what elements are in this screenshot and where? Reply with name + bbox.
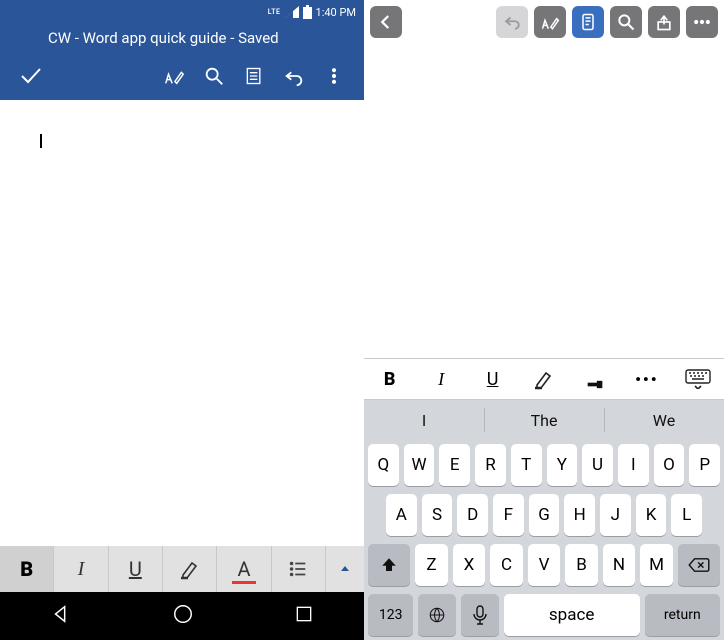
battery-icon xyxy=(303,5,312,19)
key-x[interactable]: X xyxy=(453,544,486,586)
ios-screen: B I U ••• I The We Q W E R T Y U I O P xyxy=(364,0,724,640)
key-h[interactable]: H xyxy=(564,494,595,536)
key-space[interactable]: space xyxy=(504,594,640,636)
android-screen: LTE 1:40 PM CW - Word app quick guide - … xyxy=(0,0,364,640)
prediction-3[interactable]: We xyxy=(604,400,724,440)
key-v[interactable]: V xyxy=(528,544,561,586)
android-status-bar: LTE 1:40 PM xyxy=(0,0,364,24)
share-button[interactable] xyxy=(648,6,680,38)
key-numbers[interactable]: 123 xyxy=(368,594,413,636)
key-r[interactable]: R xyxy=(475,444,506,486)
android-toolbar xyxy=(0,52,364,100)
pen-format-button[interactable] xyxy=(154,56,194,96)
undo-button[interactable] xyxy=(496,6,528,38)
key-globe[interactable] xyxy=(418,594,456,636)
key-d[interactable]: D xyxy=(457,494,488,536)
nav-recent-button[interactable] xyxy=(294,604,314,628)
done-button[interactable] xyxy=(10,56,50,96)
key-backspace[interactable] xyxy=(678,544,720,586)
nav-back-button[interactable] xyxy=(50,603,72,629)
keyboard-predictions: I The We xyxy=(364,400,724,440)
highlight-button[interactable] xyxy=(518,359,569,399)
android-title-bar: CW - Word app quick guide - Saved xyxy=(0,24,364,52)
nav-home-button[interactable] xyxy=(172,603,194,629)
keyboard-row-4: 123 space return xyxy=(368,594,720,636)
pen-format-button[interactable] xyxy=(534,6,566,38)
key-g[interactable]: G xyxy=(529,494,560,536)
key-p[interactable]: P xyxy=(689,444,720,486)
key-q[interactable]: Q xyxy=(368,444,399,486)
document-title: CW - Word app quick guide - Saved xyxy=(48,29,279,47)
key-l[interactable]: L xyxy=(671,494,702,536)
ios-keyboard: Q W E R T Y U I O P A S D F G H J K L Z xyxy=(364,440,724,640)
search-button[interactable] xyxy=(194,56,234,96)
ios-format-bar: B I U ••• xyxy=(364,358,724,400)
key-e[interactable]: E xyxy=(439,444,470,486)
text-cursor xyxy=(40,134,42,148)
keyboard-row-3: Z X C V B N M xyxy=(368,544,720,586)
key-return[interactable]: return xyxy=(645,594,720,636)
key-b[interactable]: B xyxy=(565,544,598,586)
underline-button[interactable]: U xyxy=(109,546,163,592)
hide-keyboard-button[interactable] xyxy=(673,359,724,399)
underline-button[interactable]: U xyxy=(467,359,518,399)
overflow-menu-button[interactable] xyxy=(314,56,354,96)
font-color-button[interactable]: A xyxy=(217,546,271,592)
bulleted-list-button[interactable] xyxy=(272,546,326,592)
read-mode-button[interactable] xyxy=(234,56,274,96)
key-c[interactable]: C xyxy=(490,544,523,586)
mobile-view-button[interactable] xyxy=(572,6,604,38)
key-a[interactable]: A xyxy=(386,494,417,536)
ios-document-canvas[interactable] xyxy=(364,44,724,358)
key-y[interactable]: Y xyxy=(547,444,578,486)
key-dictation[interactable] xyxy=(461,594,499,636)
search-button[interactable] xyxy=(610,6,642,38)
prediction-1[interactable]: I xyxy=(364,400,484,440)
italic-button[interactable]: I xyxy=(415,359,466,399)
key-k[interactable]: K xyxy=(636,494,667,536)
overflow-menu-button[interactable] xyxy=(686,6,718,38)
font-color-swatch xyxy=(232,581,256,584)
bold-button[interactable]: B xyxy=(364,359,415,399)
prediction-2[interactable]: The xyxy=(484,400,604,440)
more-format-button[interactable]: ••• xyxy=(621,359,672,399)
key-z[interactable]: Z xyxy=(415,544,448,586)
keyboard-row-2: A S D F G H J K L xyxy=(368,494,720,536)
back-button[interactable] xyxy=(370,6,402,38)
android-document-canvas[interactable] xyxy=(0,100,364,546)
key-u[interactable]: U xyxy=(582,444,613,486)
bold-button[interactable]: B xyxy=(0,546,54,592)
key-f[interactable]: F xyxy=(493,494,524,536)
highlight-button[interactable] xyxy=(163,546,217,592)
key-s[interactable]: S xyxy=(422,494,453,536)
expand-format-button[interactable] xyxy=(326,546,364,592)
signal-icon xyxy=(285,6,299,18)
android-format-bar: B I U A xyxy=(0,546,364,592)
android-nav-bar xyxy=(0,592,364,640)
key-j[interactable]: J xyxy=(600,494,631,536)
italic-button[interactable]: I xyxy=(54,546,108,592)
key-shift[interactable] xyxy=(368,544,410,586)
clock: 1:40 PM xyxy=(316,6,356,19)
key-i[interactable]: I xyxy=(618,444,649,486)
key-o[interactable]: O xyxy=(654,444,685,486)
key-n[interactable]: N xyxy=(603,544,636,586)
key-t[interactable]: T xyxy=(511,444,542,486)
undo-button[interactable] xyxy=(274,56,314,96)
key-w[interactable]: W xyxy=(404,444,435,486)
keyboard-row-1: Q W E R T Y U I O P xyxy=(368,444,720,486)
key-m[interactable]: M xyxy=(640,544,673,586)
ios-toolbar xyxy=(364,0,724,44)
network-label: LTE xyxy=(268,8,281,16)
font-color-button[interactable] xyxy=(570,359,621,399)
